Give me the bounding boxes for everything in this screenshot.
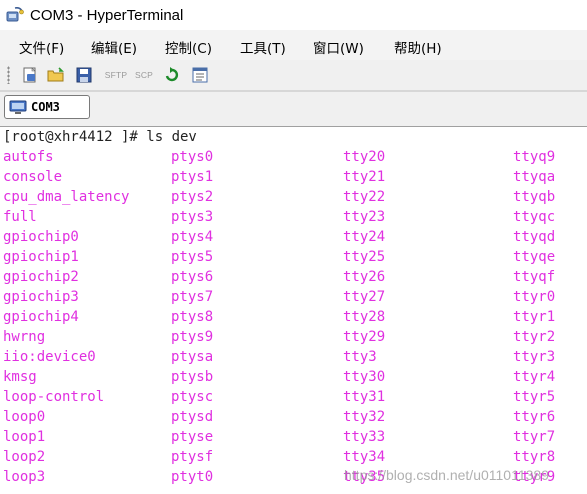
listing-entry: ptys3: [171, 209, 214, 225]
listing-entry: ptysb: [171, 369, 214, 385]
listing-entry: tty20: [343, 149, 386, 165]
watermark: https://blog.csdn.net/u011011389: [344, 467, 549, 483]
listing-entry: console: [3, 169, 63, 185]
listing-entry: ttyr2: [513, 329, 556, 345]
scp-button[interactable]: SCP: [133, 64, 155, 86]
toolbar-grip[interactable]: [7, 66, 10, 84]
menu-window[interactable]: 窗口(W): [313, 37, 364, 57]
listing-entry: hwrng: [3, 329, 46, 345]
listing-entry: ttyr6: [513, 409, 556, 425]
listing-entry: ptys7: [171, 289, 214, 305]
listing-entry: full: [3, 209, 37, 225]
listing-entry: tty23: [343, 209, 386, 225]
listing-entry: loop0: [3, 409, 46, 425]
listing-entry: cpu_dma_latency: [3, 189, 130, 205]
menu-bar: 文件(F) 编辑(E) 控制(C) 工具(T) 窗口(W) 帮助(H): [0, 30, 587, 60]
listing-entry: loop-control: [3, 389, 105, 405]
listing-entry: tty22: [343, 189, 386, 205]
listing-entry: ptysc: [171, 389, 214, 405]
listing-entry: tty31: [343, 389, 386, 405]
listing-entry: tty25: [343, 249, 386, 265]
listing-entry: ttyr5: [513, 389, 556, 405]
menu-edit[interactable]: 编辑(E): [91, 37, 137, 57]
listing-entry: ttyr0: [513, 289, 556, 305]
new-connection-icon[interactable]: [19, 64, 41, 86]
terminal-prompt: [root@xhr4412 ]# ls dev: [3, 129, 197, 145]
listing-entry: tty24: [343, 229, 386, 245]
listing-entry: gpiochip2: [3, 269, 79, 285]
listing-entry: ptyt0: [171, 469, 214, 485]
listing-entry: ttyqd: [513, 229, 556, 245]
listing-entry: tty27: [343, 289, 386, 305]
hyperterminal-phone-icon: [6, 7, 24, 22]
sftp-button[interactable]: SFTP: [104, 64, 128, 86]
listing-entry: ptysf: [171, 449, 214, 465]
listing-entry: ttyq9: [513, 149, 556, 165]
listing-entry: autofs: [3, 149, 54, 165]
listing-entry: ttyqa: [513, 169, 556, 185]
listing-entry: loop3: [3, 469, 46, 485]
listing-entry: tty34: [343, 449, 386, 465]
menu-help[interactable]: 帮助(H): [394, 37, 442, 57]
listing-entry: tty29: [343, 329, 386, 345]
listing-entry: iio:device0: [3, 349, 96, 365]
listing-entry: loop1: [3, 429, 46, 445]
listing-entry: ptys6: [171, 269, 214, 285]
listing-entry: ptyse: [171, 429, 214, 445]
properties-icon[interactable]: [189, 64, 211, 86]
terminal-output[interactable]: [root@xhr4412 ]# ls dev autofs console cpu…: [0, 127, 587, 494]
listing-entry: gpiochip0: [3, 229, 79, 245]
terminal-monitor-icon: [9, 100, 27, 114]
listing-entry: gpiochip1: [3, 249, 79, 265]
listing-entry: ptys9: [171, 329, 214, 345]
listing-entry: tty21: [343, 169, 386, 185]
open-folder-icon[interactable]: [45, 64, 67, 86]
tab-com3[interactable]: COM3: [4, 95, 90, 119]
listing-entry: tty32: [343, 409, 386, 425]
listing-entry: ptys8: [171, 309, 214, 325]
save-disk-icon[interactable]: [73, 64, 95, 86]
reconnect-icon[interactable]: [161, 64, 183, 86]
menu-control[interactable]: 控制(C): [165, 37, 212, 57]
listing-entry: ttyqf: [513, 269, 556, 285]
listing-entry: ttyr8: [513, 449, 556, 465]
session-tab-strip: COM3: [0, 92, 587, 127]
listing-entry: ptys5: [171, 249, 214, 265]
listing-entry: ttyr4: [513, 369, 556, 385]
listing-entry: ptysd: [171, 409, 214, 425]
menu-tools[interactable]: 工具(T): [240, 37, 286, 57]
title-bar: COM3 - HyperTerminal: [0, 0, 587, 30]
listing-entry: tty33: [343, 429, 386, 445]
listing-entry: tty26: [343, 269, 386, 285]
listing-entry: tty3: [343, 349, 377, 365]
listing-entry: gpiochip3: [3, 289, 79, 305]
listing-entry: ptysa: [171, 349, 214, 365]
toolbar: SFTP SCP: [0, 60, 587, 90]
listing-entry: loop2: [3, 449, 46, 465]
listing-entry: kmsg: [3, 369, 37, 385]
menu-file[interactable]: 文件(F): [19, 37, 64, 57]
listing-entry: ttyqe: [513, 249, 556, 265]
listing-entry: tty30: [343, 369, 386, 385]
listing-entry: gpiochip4: [3, 309, 79, 325]
listing-entry: ptys4: [171, 229, 214, 245]
window-title: COM3 - HyperTerminal: [30, 6, 184, 24]
listing-entry: ptys0: [171, 149, 214, 165]
listing-entry: ttyr3: [513, 349, 556, 365]
listing-entry: ptys2: [171, 189, 214, 205]
listing-entry: tty28: [343, 309, 386, 325]
listing-entry: ttyqc: [513, 209, 556, 225]
tab-label: COM3: [31, 100, 60, 114]
listing-entry: ptys1: [171, 169, 214, 185]
listing-entry: ttyqb: [513, 189, 556, 205]
listing-entry: ttyr7: [513, 429, 556, 445]
listing-entry: ttyr1: [513, 309, 556, 325]
